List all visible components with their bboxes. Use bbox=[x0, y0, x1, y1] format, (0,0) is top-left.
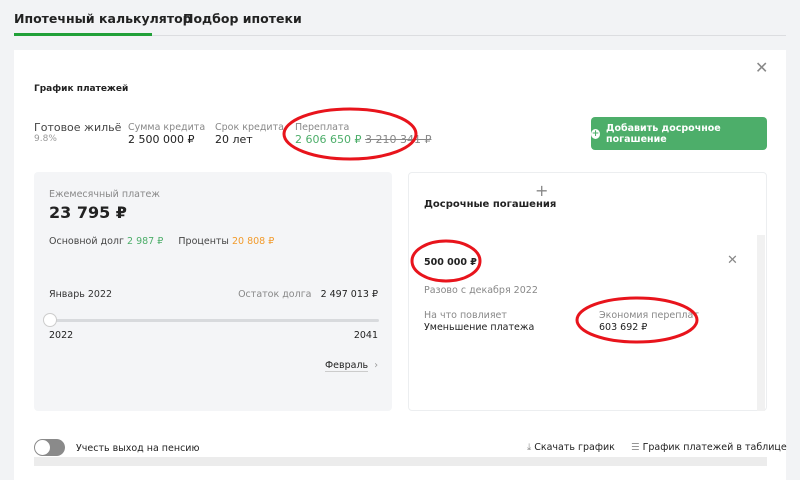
rate: 9.8% bbox=[34, 134, 57, 144]
early-schedule: Разово с декабря 2022 bbox=[424, 285, 538, 296]
active-tab-indicator bbox=[14, 33, 152, 36]
vertical-scrollbar[interactable] bbox=[757, 235, 765, 411]
download-schedule-link[interactable]: ⤓ Скачать график bbox=[527, 442, 615, 453]
loan-value: 2 500 000 ₽ bbox=[128, 133, 195, 146]
early-title: Досрочные погашения bbox=[424, 199, 557, 210]
principal-value: 2 987 ₽ bbox=[127, 236, 164, 247]
early-amount: 500 000 ₽ bbox=[424, 257, 477, 268]
page-title: График платежей bbox=[34, 84, 129, 94]
next-month-label: Февраль bbox=[324, 360, 369, 372]
horizontal-scrollbar[interactable] bbox=[34, 457, 767, 466]
pension-label: Учесть выход на пенсию bbox=[76, 443, 200, 454]
year-slider-track[interactable] bbox=[49, 319, 379, 322]
next-month-link[interactable]: Февраль › bbox=[324, 360, 378, 372]
tab-mortgage-selection[interactable]: Подбор ипотеки bbox=[183, 11, 302, 26]
download-icon: ⤓ bbox=[527, 442, 532, 453]
savings-label: Экономия переплат bbox=[599, 310, 699, 321]
balance-value: 2 497 013 ₽ bbox=[320, 289, 378, 300]
overpay-new: 2 606 650 ₽ bbox=[295, 133, 362, 146]
plus-circle-icon: + bbox=[591, 128, 601, 139]
year-slider-thumb[interactable] bbox=[43, 313, 57, 327]
loan-label: Сумма кредита bbox=[128, 122, 206, 133]
slider-max: 2041 bbox=[353, 330, 378, 341]
add-early-payment-button[interactable]: + Добавить досрочное погашение bbox=[591, 117, 767, 150]
plus-icon[interactable]: + bbox=[535, 181, 548, 200]
principal-label: Основной долг bbox=[49, 236, 124, 247]
remove-icon[interactable]: ✕ bbox=[727, 253, 738, 268]
balance-label: Остаток долга bbox=[238, 289, 312, 300]
savings-value: 603 692 ₽ bbox=[599, 322, 648, 333]
download-label: Скачать график bbox=[534, 442, 615, 453]
term-label: Срок кредита bbox=[215, 122, 284, 133]
monthly-label: Ежемесячный платеж bbox=[49, 189, 160, 200]
table-schedule-link[interactable]: ☰ График платежей в таблице bbox=[631, 442, 787, 453]
close-icon[interactable]: ✕ bbox=[755, 58, 768, 77]
affects-value: Уменьшение платежа bbox=[424, 322, 535, 333]
monthly-payment-panel: Ежемесячный платеж 23 795 ₽ Основной дол… bbox=[34, 172, 392, 411]
interest-value: 20 808 ₽ bbox=[231, 236, 275, 247]
affects-label: На что повлияет bbox=[424, 310, 507, 321]
program-name: Готовое жильё bbox=[34, 121, 122, 134]
overpay-label: Переплата bbox=[295, 122, 350, 133]
list-icon: ☰ bbox=[631, 442, 640, 453]
overpay-old: 3 210 341 ₽ bbox=[364, 133, 432, 146]
tab-mortgage-calculator[interactable]: Ипотечный калькулятор bbox=[14, 11, 192, 26]
pension-toggle[interactable] bbox=[34, 439, 65, 456]
table-label: График платежей в таблице bbox=[642, 442, 787, 453]
monthly-value: 23 795 ₽ bbox=[49, 203, 127, 222]
early-payments-panel: + Досрочные погашения 500 000 ₽ ✕ Разово… bbox=[408, 172, 767, 411]
slider-min: 2022 bbox=[49, 330, 74, 341]
term-value: 20 лет bbox=[215, 133, 253, 146]
add-button-label: Добавить досрочное погашение bbox=[606, 122, 721, 145]
current-month: Январь 2022 bbox=[49, 289, 113, 300]
interest-label: Проценты bbox=[178, 236, 229, 247]
chevron-right-icon: › bbox=[374, 360, 378, 371]
